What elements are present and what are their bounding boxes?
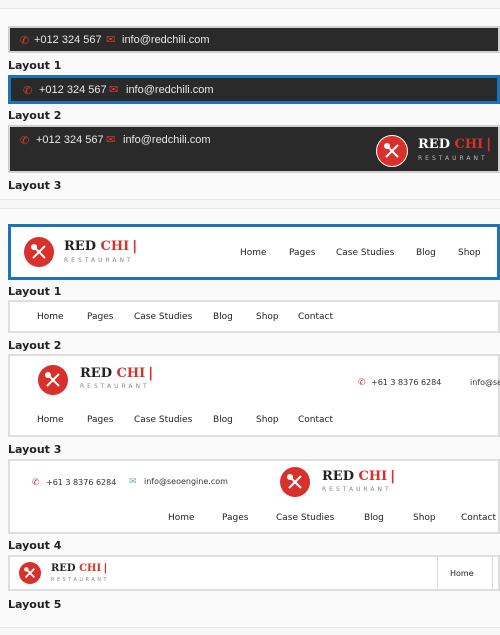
chili-icon: ❘: [129, 239, 141, 254]
nav-case-studies[interactable]: Case Studies: [336, 248, 394, 258]
brand-word-1: RED: [80, 366, 112, 381]
nav-blog[interactable]: Blog: [364, 513, 384, 523]
header-layout-4: ✆ +61 3 8376 6284 ✉ info@seoengine.com R…: [8, 459, 500, 534]
phone-icon: ✆: [358, 377, 366, 387]
nav-home[interactable]: Home: [450, 569, 474, 578]
chili-icon: ❘: [387, 469, 399, 484]
chili-icon: ❘: [101, 563, 110, 574]
header-phone[interactable]: +61 3 8376 6284: [371, 378, 441, 387]
topbar-phone[interactable]: +012 324 567: [36, 134, 104, 146]
brand-name[interactable]: RED CHI❘: [418, 137, 494, 152]
nav-divider: [492, 557, 493, 589]
mail-icon: ✉: [106, 134, 116, 146]
brand-tagline: RESTAURANT: [80, 383, 150, 390]
header-phone[interactable]: +61 3 8376 6284: [46, 478, 116, 487]
brand-word-2: CHI: [116, 366, 146, 381]
layout-label: Layout 2: [8, 339, 62, 352]
brand-tagline: RESTAURANT: [51, 577, 110, 583]
nav-home[interactable]: Home: [37, 415, 64, 425]
nav-home[interactable]: Home: [168, 513, 195, 523]
brand-tagline: RESTAURANT: [418, 155, 488, 162]
brand-word-1: RED: [51, 563, 76, 574]
brand-word-2: CHI: [79, 563, 102, 574]
nav-shop[interactable]: Shop: [413, 513, 436, 523]
nav-home[interactable]: Home: [37, 312, 64, 322]
topbar-layout-3: ✆ +012 324 567 ✉ info@redchili.com RED C…: [8, 125, 500, 173]
header-layout-5: RED CHI❘ RESTAURANT Home: [8, 555, 500, 591]
chili-icon: ❘: [145, 366, 157, 381]
header-layout-3: RED CHI❘ RESTAURANT ✆ +61 3 8376 6284 in…: [8, 354, 500, 437]
layout-label: Layout 4: [8, 539, 62, 552]
nav-divider: [437, 557, 438, 589]
nav-blog[interactable]: Blog: [213, 415, 233, 425]
logo-icon[interactable]: [24, 237, 54, 267]
topbar-phone[interactable]: +012 324 567: [34, 34, 102, 46]
nav-blog[interactable]: Blog: [416, 248, 436, 258]
brand-name[interactable]: RED CHI❘: [322, 469, 398, 484]
brand-tagline: RESTAURANT: [322, 486, 392, 493]
topbar-email[interactable]: info@redchili.com: [122, 34, 210, 46]
nav-case-studies[interactable]: Case Studies: [276, 513, 334, 523]
nav-blog[interactable]: Blog: [213, 312, 233, 322]
nav-pages[interactable]: Pages: [222, 513, 248, 523]
topbar-layout-2: ✆ +012 324 567 ✉ info@redchili.com: [8, 75, 500, 104]
brand-word-1: RED: [322, 469, 354, 484]
topbar-phone[interactable]: +012 324 567: [39, 84, 107, 96]
nav-pages[interactable]: Pages: [87, 415, 113, 425]
nav-pages[interactable]: Pages: [289, 248, 315, 258]
brand-word-2: CHI: [454, 137, 484, 152]
brand-word-2: CHI: [358, 469, 388, 484]
chili-icon: ❘: [483, 137, 495, 152]
topbar-email[interactable]: info@redchili.com: [123, 134, 211, 146]
brand-word-1: RED: [418, 137, 450, 152]
brand-name[interactable]: RED CHI❘: [64, 239, 140, 254]
logo-icon[interactable]: [19, 562, 41, 584]
topbar-email[interactable]: info@redchili.com: [126, 84, 214, 96]
brand-word-1: RED: [64, 239, 96, 254]
layout-label: Layout 5: [8, 598, 62, 611]
brand-name[interactable]: RED CHI❘: [51, 563, 110, 574]
layout-label: Layout 2: [8, 109, 62, 122]
nav-shop[interactable]: Shop: [256, 312, 279, 322]
brand-tagline: RESTAURANT: [64, 257, 134, 264]
logo-icon[interactable]: [376, 135, 408, 167]
brand-word-2: CHI: [100, 239, 130, 254]
phone-icon: ✆: [23, 85, 33, 97]
layout-label: Layout 1: [8, 285, 62, 298]
phone-icon: ✆: [20, 35, 30, 47]
logo-icon[interactable]: [280, 467, 310, 497]
header-email[interactable]: info@seo: [470, 378, 500, 387]
header-layout-1: RED CHI❘ RESTAURANT Home Pages Case Stud…: [8, 224, 500, 280]
header-layout-2: Home Pages Case Studies Blog Shop Contac…: [8, 300, 500, 333]
nav-contact[interactable]: Contact: [298, 312, 333, 322]
mail-icon: ✉: [109, 84, 119, 96]
brand-name[interactable]: RED CHI❘: [80, 366, 156, 381]
phone-icon: ✆: [32, 477, 40, 487]
nav-shop[interactable]: Shop: [256, 415, 279, 425]
nav-contact[interactable]: Contact: [461, 513, 496, 523]
nav-contact[interactable]: Contact: [298, 415, 333, 425]
topbar-layout-1: ✆ +012 324 567 ✉ info@redchili.com: [8, 26, 500, 53]
nav-home[interactable]: Home: [240, 248, 267, 258]
layout-label: Layout 3: [8, 179, 62, 192]
phone-icon: ✆: [20, 135, 30, 147]
layout-label: Layout 3: [8, 443, 62, 456]
nav-shop[interactable]: Shop: [458, 248, 481, 258]
nav-pages[interactable]: Pages: [87, 312, 113, 322]
layout-label: Layout 1: [8, 59, 62, 72]
logo-icon[interactable]: [38, 365, 68, 395]
mail-icon: ✉: [106, 34, 116, 46]
mail-icon: ✉: [129, 476, 137, 486]
nav-case-studies[interactable]: Case Studies: [134, 415, 192, 425]
nav-case-studies[interactable]: Case Studies: [134, 312, 192, 322]
header-email[interactable]: info@seoengine.com: [144, 477, 228, 486]
